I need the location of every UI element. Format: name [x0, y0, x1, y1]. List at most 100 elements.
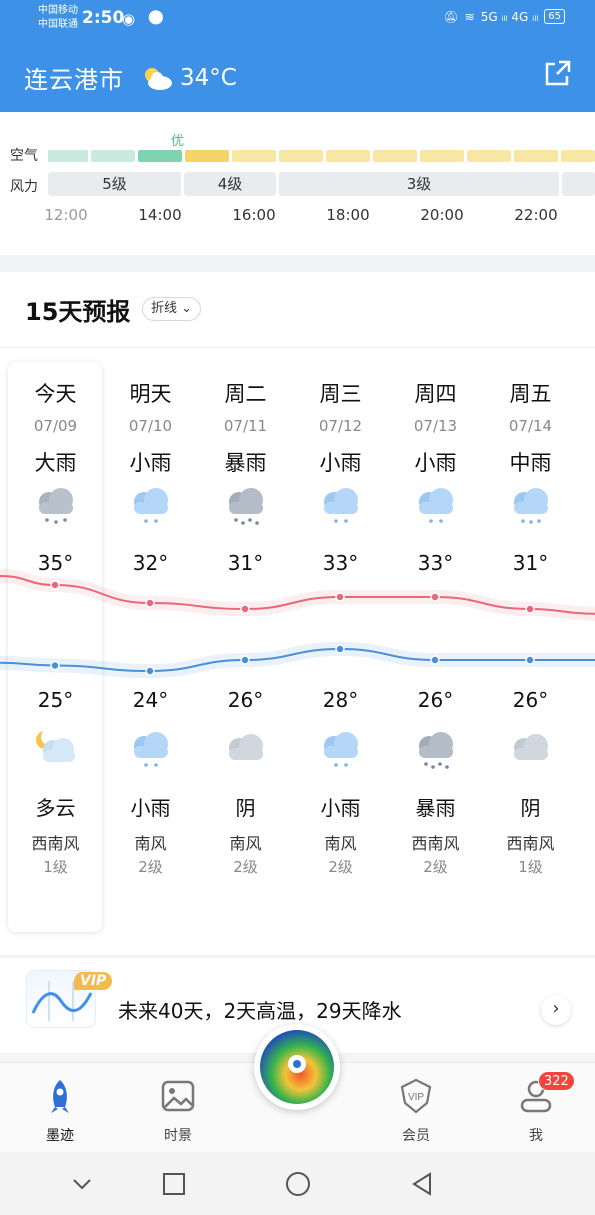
- wind-direction: 西南风: [31, 834, 80, 853]
- moderate-rain-icon: [513, 488, 548, 524]
- low-temp: 24°: [132, 688, 169, 712]
- chevron-down-icon[interactable]: [68, 1170, 96, 1198]
- low-temp: 25°: [37, 688, 74, 712]
- day-column[interactable]: 明天07/10小雨32°24°小雨南风2级良: [103, 364, 198, 985]
- day-column[interactable]: 周三07/12小雨33°28°小雨南风2级良: [293, 364, 388, 985]
- aqi-current-label: 优: [171, 134, 185, 149]
- nav-label: 会员: [402, 1128, 430, 1144]
- status-time: 2:50: [82, 8, 125, 28]
- day-column[interactable]: 周五 07/14 中雨 31° 26° 阴西南风 1级: [483, 364, 578, 934]
- wind-level: 2级: [233, 858, 258, 876]
- low-temp: 28°: [322, 688, 359, 712]
- signal-icon: 5G ᵢₗₗ 4G ᵢₗₗ: [480, 9, 539, 24]
- nav-item-shijing[interactable]: 时景: [138, 1077, 218, 1145]
- radar-globe-icon: [260, 1030, 334, 1104]
- aqi-bar: [279, 150, 323, 162]
- wind-level: 2级: [423, 858, 448, 876]
- aqi-bar: [48, 150, 88, 162]
- battery-icon: 65: [544, 9, 565, 24]
- hour-label: 14:00: [138, 206, 182, 224]
- wind-segment: 3级: [279, 172, 559, 196]
- hour-label: 20:00: [420, 206, 464, 224]
- moon-cloud-icon: [35, 729, 75, 762]
- wind-level: 1级: [43, 858, 68, 876]
- aqi-bar: [326, 150, 370, 162]
- city-name[interactable]: 连云港市: [24, 60, 124, 95]
- high-temp: 35°: [37, 551, 74, 575]
- forty-day-summary: 未来40天，2天高温，29天降水: [118, 999, 402, 1023]
- night-condition: 阴: [520, 796, 541, 820]
- nav-label: 我: [529, 1128, 543, 1144]
- day-condition: 小雨: [129, 451, 172, 475]
- heavy-rain-icon: [38, 488, 73, 524]
- low-temp: 26°: [512, 688, 549, 712]
- light-rain-icon: [323, 488, 358, 523]
- recent-apps-icon[interactable]: [160, 1170, 188, 1198]
- aqi-bar: [514, 150, 558, 162]
- nav-item-vip[interactable]: VIP 会员: [376, 1077, 456, 1145]
- wind-row-label: 风力: [10, 179, 38, 195]
- chart-mode-label: 折线: [151, 301, 178, 316]
- day-date: 07/11: [223, 417, 268, 435]
- sun-cloud-icon: [145, 67, 172, 90]
- carrier-1: 中国移动: [38, 5, 78, 16]
- current-temperature: 34°C: [180, 64, 237, 91]
- nav-item-moji[interactable]: 墨迹: [20, 1077, 100, 1145]
- carrier-2: 中国联通: [38, 19, 78, 30]
- radar-map-button[interactable]: [254, 1024, 340, 1110]
- aqi-bar: [138, 150, 182, 162]
- notification-badge: 322: [538, 1071, 575, 1091]
- aqi-bar: [185, 150, 229, 162]
- eye-icon: ◉: [122, 10, 136, 28]
- aqi-bar: [561, 150, 595, 162]
- chevron-down-icon: ⌄: [181, 301, 193, 316]
- day-name: 今天: [34, 382, 77, 406]
- day-condition: 小雨: [319, 451, 362, 475]
- high-temp: 31°: [512, 551, 549, 575]
- hour-label: 18:00: [326, 206, 370, 224]
- light-rain-icon: [133, 488, 168, 523]
- hour-label: 22:00: [514, 206, 558, 224]
- light-rain-icon: [323, 732, 358, 767]
- day-date: 07/13: [413, 417, 458, 435]
- system-navigation-bar: [0, 1152, 595, 1215]
- light-rain-icon: [418, 488, 453, 523]
- high-temp: 31°: [227, 551, 264, 575]
- overcast-icon: [513, 734, 548, 760]
- day-column[interactable]: 今天07/09大雨35°25°多云西南风1级优: [8, 364, 103, 985]
- storm-rain-icon: [418, 732, 453, 769]
- night-condition: 小雨: [130, 796, 171, 820]
- day-date: 07/09: [33, 417, 78, 435]
- aqi-bar: [373, 150, 417, 162]
- wind-segment: 5级: [48, 172, 181, 196]
- day-column[interactable]: 周二07/11暴雨31°26°阴南风2级良: [198, 364, 293, 985]
- wind-direction: 南风: [229, 834, 262, 853]
- share-icon[interactable]: [541, 58, 573, 90]
- svg-text:VIP: VIP: [408, 1092, 424, 1103]
- high-temp: 33°: [417, 551, 454, 575]
- wind-direction: 西南风: [411, 834, 460, 853]
- wind-level: 2级: [328, 858, 353, 876]
- day-name: 周三: [319, 382, 362, 406]
- wind-level: 1级: [518, 858, 543, 876]
- chevron-right-icon[interactable]: ›: [541, 995, 571, 1025]
- status-bar: 中国移动 中国联通 2:50 ◉ ⬤ 🔕︎ ≋ 5G ᵢₗₗ 4G ᵢₗₗ 65: [0, 0, 595, 40]
- day-date: 07/14: [508, 417, 553, 435]
- back-icon[interactable]: [408, 1170, 436, 1198]
- home-icon[interactable]: [284, 1170, 312, 1198]
- daily-forecast-title: 15天预报: [25, 298, 131, 326]
- location-pin-icon: ⬤: [148, 9, 164, 25]
- day-name: 明天: [129, 382, 172, 406]
- wind-segment: [562, 172, 595, 196]
- hourly-forecast-card[interactable]: 空气 优 风力 5级 4级 3级 12:00 14:00 16:00 18:00…: [0, 112, 595, 255]
- wind-direction: 南风: [324, 834, 357, 853]
- chart-mode-toggle[interactable]: 折线 ⌄: [142, 297, 202, 321]
- hour-label: 16:00: [232, 206, 276, 224]
- aqi-bar: [232, 150, 276, 162]
- rocket-icon: [51, 1080, 69, 1113]
- hour-label: 12:00: [44, 206, 88, 224]
- nav-label: 时景: [164, 1128, 192, 1144]
- wind-direction: 南风: [134, 834, 167, 853]
- top-header: 中国移动 中国联通 2:50 ◉ ⬤ 🔕︎ ≋ 5G ᵢₗₗ 4G ᵢₗₗ 65…: [0, 0, 595, 112]
- day-column[interactable]: 周四07/13小雨33°26°暴雨西南风2级良: [388, 364, 483, 985]
